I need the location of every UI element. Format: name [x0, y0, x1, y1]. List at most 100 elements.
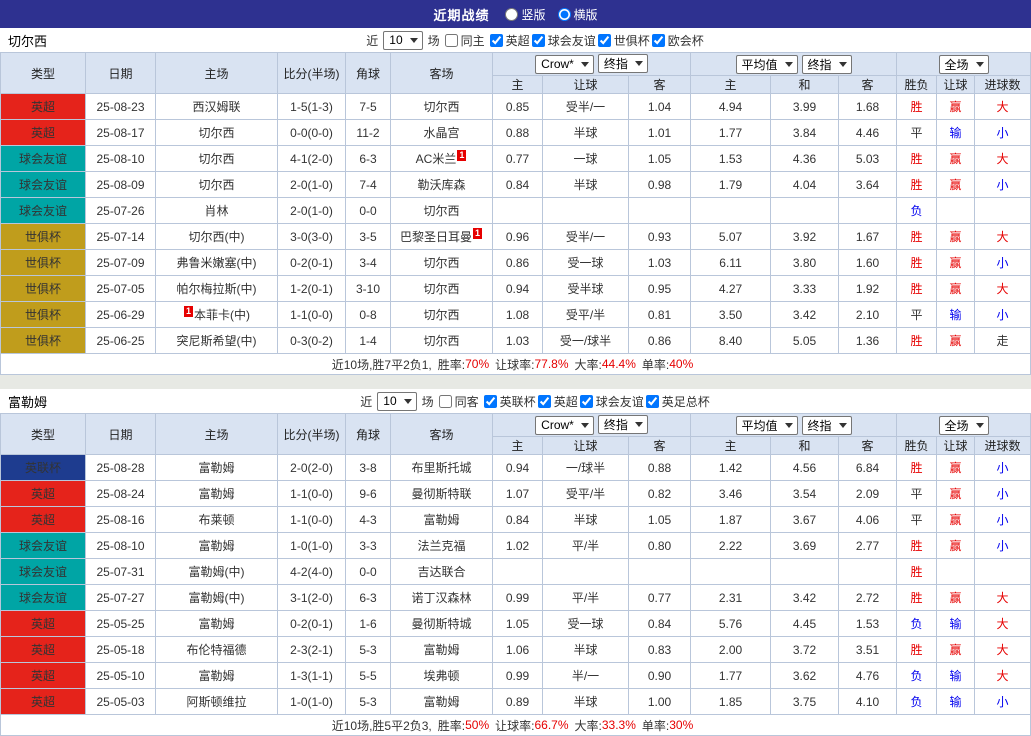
scope-select[interactable]: 全场	[939, 416, 989, 435]
euro-type-select[interactable]: 终指	[802, 416, 852, 435]
home-team-cell: 肖林	[156, 198, 278, 224]
same-venue-checkbox[interactable]	[439, 395, 452, 408]
league-checkbox[interactable]	[484, 395, 497, 408]
league-label: 球会友谊	[548, 32, 596, 49]
league-filter[interactable]: 欧会杯	[652, 32, 704, 49]
euro-away-odds: 1.60	[839, 250, 897, 276]
asia-type-select[interactable]: 终指	[598, 54, 648, 73]
team-name: 曼彻斯特联	[411, 487, 471, 501]
view-option-horizontal[interactable]: 横版	[558, 6, 598, 23]
euro-draw-odds: 4.36	[771, 146, 839, 172]
euro-odds-selectors: 平均值终指	[691, 414, 897, 437]
match-score: 1-1(0-0)	[278, 481, 346, 507]
league-filter[interactable]: 世俱杯	[598, 32, 650, 49]
asia-away-odds: 0.86	[629, 328, 691, 354]
euro-source-select[interactable]: 平均值	[736, 55, 798, 74]
goals-result: 大	[975, 94, 1031, 120]
league-type-badge: 世俱杯	[1, 250, 86, 276]
same-venue-filter[interactable]: 同主	[445, 32, 485, 49]
away-team-cell: AC米兰1	[391, 146, 493, 172]
asia-away-odds: 1.03	[629, 250, 691, 276]
asia-handicap: 受一球	[543, 611, 629, 637]
league-filter[interactable]: 球会友谊	[580, 393, 644, 410]
league-filter[interactable]: 英超	[490, 32, 530, 49]
asia-handicap	[543, 198, 629, 224]
outcome-result: 负	[897, 611, 937, 637]
red-card-badge: 1	[473, 228, 482, 239]
league-filter[interactable]: 英超	[538, 393, 578, 410]
col-euro-draw: 和	[771, 437, 839, 455]
league-checkbox[interactable]	[598, 34, 611, 47]
outcome-result: 胜	[897, 637, 937, 663]
league-filter[interactable]: 英联杯	[484, 393, 536, 410]
goals-result: 小	[975, 302, 1031, 328]
asia-home-odds: 0.84	[493, 507, 543, 533]
league-checkbox[interactable]	[646, 395, 659, 408]
summary-bar: 近10场,胜7平2负1,胜率:70%让球率:77.8%大率:44.4%单率:40…	[0, 354, 1031, 375]
league-filter[interactable]: 球会友谊	[532, 32, 596, 49]
euro-type-select[interactable]: 终指	[802, 55, 852, 74]
outcome-result: 胜	[897, 585, 937, 611]
league-checkbox[interactable]	[580, 395, 593, 408]
home-team-cell: 阿斯顿维拉	[156, 689, 278, 715]
league-type-badge: 世俱杯	[1, 302, 86, 328]
chevron-down-icon	[839, 62, 847, 67]
handicap-result: 输	[937, 689, 975, 715]
horizontal-view-radio[interactable]	[558, 8, 571, 21]
same-venue-checkbox[interactable]	[445, 34, 458, 47]
euro-home-odds: 1.79	[691, 172, 771, 198]
asia-handicap: 受平/半	[543, 302, 629, 328]
asia-type-select[interactable]: 终指	[598, 415, 648, 434]
league-checkbox[interactable]	[538, 395, 551, 408]
league-checkbox[interactable]	[652, 34, 665, 47]
match-count-select[interactable]: 10	[377, 392, 416, 411]
asia-away-odds: 0.81	[629, 302, 691, 328]
asia-away-odds	[629, 198, 691, 224]
same-venue-filter[interactable]: 同客	[439, 393, 479, 410]
away-team-cell: 曼彻斯特城	[391, 611, 493, 637]
asia-home-odds: 1.05	[493, 611, 543, 637]
euro-draw-odds: 3.54	[771, 481, 839, 507]
summary-stat-value: 77.8%	[534, 357, 568, 371]
col-euro-draw: 和	[771, 76, 839, 94]
corners: 7-4	[346, 172, 391, 198]
outcome-result: 胜	[897, 533, 937, 559]
asia-source-select[interactable]: Crow*	[535, 416, 594, 435]
asia-source-select[interactable]: Crow*	[535, 55, 594, 74]
page-title: 近期战绩	[433, 5, 489, 24]
euro-home-odds: 1.87	[691, 507, 771, 533]
euro-away-odds	[839, 198, 897, 224]
team-name: 帕尔梅拉斯(中)	[177, 282, 257, 296]
away-team-cell: 巴黎圣日耳曼1	[391, 224, 493, 250]
euro-away-odds: 6.84	[839, 455, 897, 481]
summary-stat-value: 30%	[669, 718, 693, 732]
vertical-view-radio[interactable]	[505, 8, 518, 21]
league-checkbox[interactable]	[490, 34, 503, 47]
match-date: 25-05-10	[86, 663, 156, 689]
scope-select[interactable]: 全场	[939, 55, 989, 74]
match-score: 1-5(1-3)	[278, 94, 346, 120]
col-handicap-result: 让球	[937, 76, 975, 94]
matches-tbody: 英超25-08-23西汉姆联1-5(1-3)7-5切尔西0.85受半/一1.04…	[1, 94, 1031, 354]
league-filter[interactable]: 英足总杯	[646, 393, 710, 410]
col-away: 客场	[391, 414, 493, 455]
league-label: 球会友谊	[596, 393, 644, 410]
team-name: 水晶宫	[423, 126, 459, 140]
match-count-value: 10	[383, 394, 396, 408]
match-count-select[interactable]: 10	[383, 31, 422, 50]
euro-source-select[interactable]: 平均值	[736, 416, 798, 435]
view-option-vertical[interactable]: 竖版	[505, 6, 545, 23]
outcome-result: 胜	[897, 455, 937, 481]
match-score: 2-0(1-0)	[278, 172, 346, 198]
outcome-result: 胜	[897, 328, 937, 354]
league-checkbox[interactable]	[532, 34, 545, 47]
euro-home-odds	[691, 559, 771, 585]
euro-home-odds: 2.31	[691, 585, 771, 611]
team-section-fulham: 富勒姆 近 10 场 同客 英联杯英超球会友谊英足总杯 类型 日期 主场 比分(…	[0, 389, 1031, 736]
match-score: 1-1(0-0)	[278, 507, 346, 533]
euro-home-odds: 1.42	[691, 455, 771, 481]
scope-value: 全场	[945, 56, 969, 73]
euro-away-odds: 2.72	[839, 585, 897, 611]
summary-stat-label: 大率:	[575, 356, 602, 373]
summary-stat-label: 让球率:	[495, 717, 534, 734]
